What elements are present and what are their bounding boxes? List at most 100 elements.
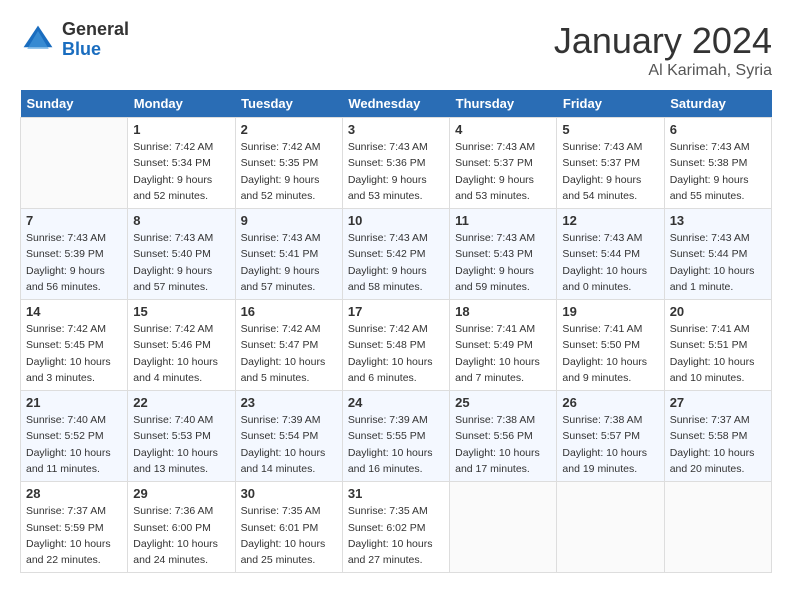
calendar-cell: 29 Sunrise: 7:36 AM Sunset: 6:00 PM Dayli… (128, 482, 235, 573)
cell-info: Sunrise: 7:42 AM Sunset: 5:34 PM Dayligh… (133, 139, 229, 204)
day-number: 19 (562, 304, 658, 319)
header-day-tuesday: Tuesday (235, 90, 342, 118)
day-number: 3 (348, 122, 444, 137)
cell-info: Sunrise: 7:35 AM Sunset: 6:02 PM Dayligh… (348, 503, 444, 568)
day-number: 23 (241, 395, 337, 410)
calendar-cell (557, 482, 664, 573)
calendar-cell: 11 Sunrise: 7:43 AM Sunset: 5:43 PM Dayli… (450, 209, 557, 300)
day-number: 5 (562, 122, 658, 137)
day-number: 13 (670, 213, 766, 228)
header-day-sunday: Sunday (21, 90, 128, 118)
calendar-cell: 17 Sunrise: 7:42 AM Sunset: 5:48 PM Dayli… (342, 300, 449, 391)
cell-info: Sunrise: 7:39 AM Sunset: 5:55 PM Dayligh… (348, 412, 444, 477)
day-number: 10 (348, 213, 444, 228)
day-number: 20 (670, 304, 766, 319)
cell-info: Sunrise: 7:43 AM Sunset: 5:43 PM Dayligh… (455, 230, 551, 295)
calendar-week-row: 14Sunrise: 7:42 AM Sunset: 5:45 PM Dayli… (21, 300, 772, 391)
calendar-cell: 3 Sunrise: 7:43 AM Sunset: 5:36 PM Daylig… (342, 118, 449, 209)
calendar-cell (21, 118, 128, 209)
cell-info: Sunrise: 7:43 AM Sunset: 5:38 PM Dayligh… (670, 139, 766, 204)
calendar-week-row: 1Sunrise: 7:42 AM Sunset: 5:34 PM Daylig… (21, 118, 772, 209)
calendar-cell: 7Sunrise: 7:43 AM Sunset: 5:39 PM Daylig… (21, 209, 128, 300)
cell-info: Sunrise: 7:43 AM Sunset: 5:37 PM Dayligh… (562, 139, 658, 204)
calendar-cell: 14Sunrise: 7:42 AM Sunset: 5:45 PM Dayli… (21, 300, 128, 391)
logo-general: General (62, 20, 129, 40)
calendar-cell: 31 Sunrise: 7:35 AM Sunset: 6:02 PM Dayli… (342, 482, 449, 573)
calendar-cell: 18Sunrise: 7:41 AM Sunset: 5:49 PM Dayli… (450, 300, 557, 391)
calendar-week-row: 28 Sunrise: 7:37 AM Sunset: 5:59 PM Dayli… (21, 482, 772, 573)
logo-blue: Blue (62, 40, 129, 60)
day-number: 22 (133, 395, 229, 410)
calendar-cell: 1Sunrise: 7:42 AM Sunset: 5:34 PM Daylig… (128, 118, 235, 209)
calendar-header-row: SundayMondayTuesdayWednesdayThursdayFrid… (21, 90, 772, 118)
day-number: 9 (241, 213, 337, 228)
calendar-cell: 6 Sunrise: 7:43 AM Sunset: 5:38 PM Daylig… (664, 118, 771, 209)
cell-info: Sunrise: 7:39 AM Sunset: 5:54 PM Dayligh… (241, 412, 337, 477)
cell-info: Sunrise: 7:43 AM Sunset: 5:42 PM Dayligh… (348, 230, 444, 295)
cell-info: Sunrise: 7:43 AM Sunset: 5:36 PM Dayligh… (348, 139, 444, 204)
calendar-cell: 13 Sunrise: 7:43 AM Sunset: 5:44 PM Dayli… (664, 209, 771, 300)
calendar-cell: 24 Sunrise: 7:39 AM Sunset: 5:55 PM Dayli… (342, 391, 449, 482)
cell-info: Sunrise: 7:43 AM Sunset: 5:37 PM Dayligh… (455, 139, 551, 204)
calendar-cell: 19 Sunrise: 7:41 AM Sunset: 5:50 PM Dayli… (557, 300, 664, 391)
day-number: 24 (348, 395, 444, 410)
header-day-monday: Monday (128, 90, 235, 118)
cell-info: Sunrise: 7:41 AM Sunset: 5:51 PM Dayligh… (670, 321, 766, 386)
calendar-cell: 20 Sunrise: 7:41 AM Sunset: 5:51 PM Dayli… (664, 300, 771, 391)
cell-info: Sunrise: 7:43 AM Sunset: 5:40 PM Dayligh… (133, 230, 229, 295)
calendar-cell (664, 482, 771, 573)
day-number: 15 (133, 304, 229, 319)
cell-info: Sunrise: 7:42 AM Sunset: 5:48 PM Dayligh… (348, 321, 444, 386)
calendar-cell (450, 482, 557, 573)
header-day-thursday: Thursday (450, 90, 557, 118)
calendar-cell: 2Sunrise: 7:42 AM Sunset: 5:35 PM Daylig… (235, 118, 342, 209)
cell-info: Sunrise: 7:43 AM Sunset: 5:44 PM Dayligh… (562, 230, 658, 295)
logo-text: General Blue (62, 20, 129, 60)
cell-info: Sunrise: 7:43 AM Sunset: 5:44 PM Dayligh… (670, 230, 766, 295)
cell-info: Sunrise: 7:40 AM Sunset: 5:52 PM Dayligh… (26, 412, 122, 477)
calendar-cell: 27 Sunrise: 7:37 AM Sunset: 5:58 PM Dayli… (664, 391, 771, 482)
calendar-cell: 16 Sunrise: 7:42 AM Sunset: 5:47 PM Dayli… (235, 300, 342, 391)
day-number: 28 (26, 486, 122, 501)
cell-info: Sunrise: 7:37 AM Sunset: 5:58 PM Dayligh… (670, 412, 766, 477)
day-number: 2 (241, 122, 337, 137)
calendar-cell: 21 Sunrise: 7:40 AM Sunset: 5:52 PM Dayli… (21, 391, 128, 482)
cell-info: Sunrise: 7:42 AM Sunset: 5:47 PM Dayligh… (241, 321, 337, 386)
calendar-cell: 9 Sunrise: 7:43 AM Sunset: 5:41 PM Daylig… (235, 209, 342, 300)
cell-info: Sunrise: 7:41 AM Sunset: 5:49 PM Dayligh… (455, 321, 551, 386)
cell-info: Sunrise: 7:41 AM Sunset: 5:50 PM Dayligh… (562, 321, 658, 386)
day-number: 4 (455, 122, 551, 137)
cell-info: Sunrise: 7:43 AM Sunset: 5:41 PM Dayligh… (241, 230, 337, 295)
calendar-cell: 15Sunrise: 7:42 AM Sunset: 5:46 PM Dayli… (128, 300, 235, 391)
calendar-cell: 26 Sunrise: 7:38 AM Sunset: 5:57 PM Dayli… (557, 391, 664, 482)
cell-info: Sunrise: 7:36 AM Sunset: 6:00 PM Dayligh… (133, 503, 229, 568)
day-number: 8 (133, 213, 229, 228)
day-number: 12 (562, 213, 658, 228)
day-number: 27 (670, 395, 766, 410)
day-number: 16 (241, 304, 337, 319)
header-day-wednesday: Wednesday (342, 90, 449, 118)
calendar-cell: 23 Sunrise: 7:39 AM Sunset: 5:54 PM Dayli… (235, 391, 342, 482)
day-number: 7 (26, 213, 122, 228)
cell-info: Sunrise: 7:40 AM Sunset: 5:53 PM Dayligh… (133, 412, 229, 477)
day-number: 17 (348, 304, 444, 319)
day-number: 11 (455, 213, 551, 228)
cell-info: Sunrise: 7:37 AM Sunset: 5:59 PM Dayligh… (26, 503, 122, 568)
calendar-cell: 25 Sunrise: 7:38 AM Sunset: 5:56 PM Dayli… (450, 391, 557, 482)
logo-icon (20, 22, 56, 58)
cell-info: Sunrise: 7:38 AM Sunset: 5:56 PM Dayligh… (455, 412, 551, 477)
calendar-cell: 28 Sunrise: 7:37 AM Sunset: 5:59 PM Dayli… (21, 482, 128, 573)
calendar-week-row: 7Sunrise: 7:43 AM Sunset: 5:39 PM Daylig… (21, 209, 772, 300)
header-day-saturday: Saturday (664, 90, 771, 118)
day-number: 25 (455, 395, 551, 410)
day-number: 6 (670, 122, 766, 137)
calendar-cell: 8 Sunrise: 7:43 AM Sunset: 5:40 PM Daylig… (128, 209, 235, 300)
day-number: 21 (26, 395, 122, 410)
page-header: General Blue January 2024 Al Karimah, Sy… (20, 20, 772, 80)
calendar-table: SundayMondayTuesdayWednesdayThursdayFrid… (20, 90, 772, 573)
day-number: 26 (562, 395, 658, 410)
header-day-friday: Friday (557, 90, 664, 118)
day-number: 31 (348, 486, 444, 501)
cell-info: Sunrise: 7:38 AM Sunset: 5:57 PM Dayligh… (562, 412, 658, 477)
day-number: 29 (133, 486, 229, 501)
